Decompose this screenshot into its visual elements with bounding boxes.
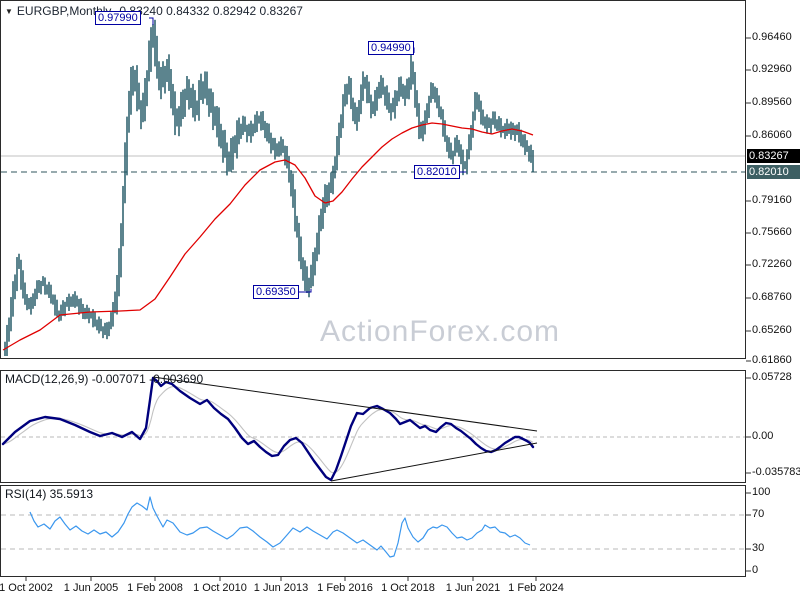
chart-window: ▼ EURGBP,Monthly 0.83240 0.84332 0.82942 0…	[0, 0, 800, 600]
macd-indicator-label: MACD(12,26,9) -0.007071 -0.003690	[5, 372, 204, 386]
price-axis-label: 0.72260	[752, 258, 792, 270]
price-axis-label: 0.92960	[752, 63, 792, 75]
price-annotation: 0.94990	[368, 41, 414, 55]
price-axis-label: 0.96460	[752, 31, 792, 43]
rsi-axis-label: 100	[752, 486, 771, 498]
x-axis-date-label: 1 Oct 2002	[0, 582, 53, 594]
rsi-axis-label: 30	[752, 542, 765, 554]
price-axis-label: 0.68760	[752, 291, 792, 303]
macd-axis-label: 0.05728	[752, 371, 792, 383]
price-annotation: 0.69350	[253, 285, 299, 299]
x-axis-date-label: 1 Oct 2010	[193, 582, 247, 594]
x-axis-date-label: 1 Feb 2024	[508, 582, 564, 594]
ohlc-values: 0.83240 0.84332 0.82942 0.83267	[119, 4, 303, 18]
price-axis-label: 0.86060	[752, 129, 792, 141]
support-price-label: 0.82010	[747, 165, 800, 179]
price-annotation: 0.82010	[414, 165, 460, 179]
rsi-axis-label: 70	[752, 508, 765, 520]
watermark-text: ActionForex.com	[319, 315, 561, 348]
current-price-label: 0.83267	[747, 149, 800, 163]
x-axis-date-label: 1 Feb 2016	[317, 582, 373, 594]
price-annotation: 0.97990	[95, 11, 141, 25]
price-axis-label: 0.89560	[752, 96, 792, 108]
x-axis-date-label: 1 Jun 2005	[63, 582, 119, 594]
rsi-axis-label: 0	[752, 564, 759, 576]
macd-axis-label: 0.00	[752, 430, 774, 442]
chart-canvas[interactable]	[0, 0, 800, 600]
price-axis-label: 0.79160	[752, 194, 792, 206]
x-axis-date-label: 1 Jun 2013	[253, 582, 309, 594]
x-axis-date-label: 1 Oct 2018	[381, 582, 435, 594]
price-axis-label: 0.65260	[752, 324, 792, 336]
rsi-indicator-label: RSI(14) 35.5913	[5, 487, 94, 501]
x-axis-date-label: 1 Feb 2008	[127, 582, 183, 594]
macd-axis-label: -0.035783	[752, 466, 800, 478]
price-axis-label: 0.75660	[752, 226, 792, 238]
price-axis-label: 0.61860	[752, 354, 792, 366]
chart-header: ▼ EURGBP,Monthly 0.83240 0.84332 0.82942 0…	[5, 4, 303, 18]
x-axis-date-label: 1 Jun 2021	[445, 582, 501, 594]
dropdown-triangle-icon[interactable]: ▼	[5, 7, 13, 16]
